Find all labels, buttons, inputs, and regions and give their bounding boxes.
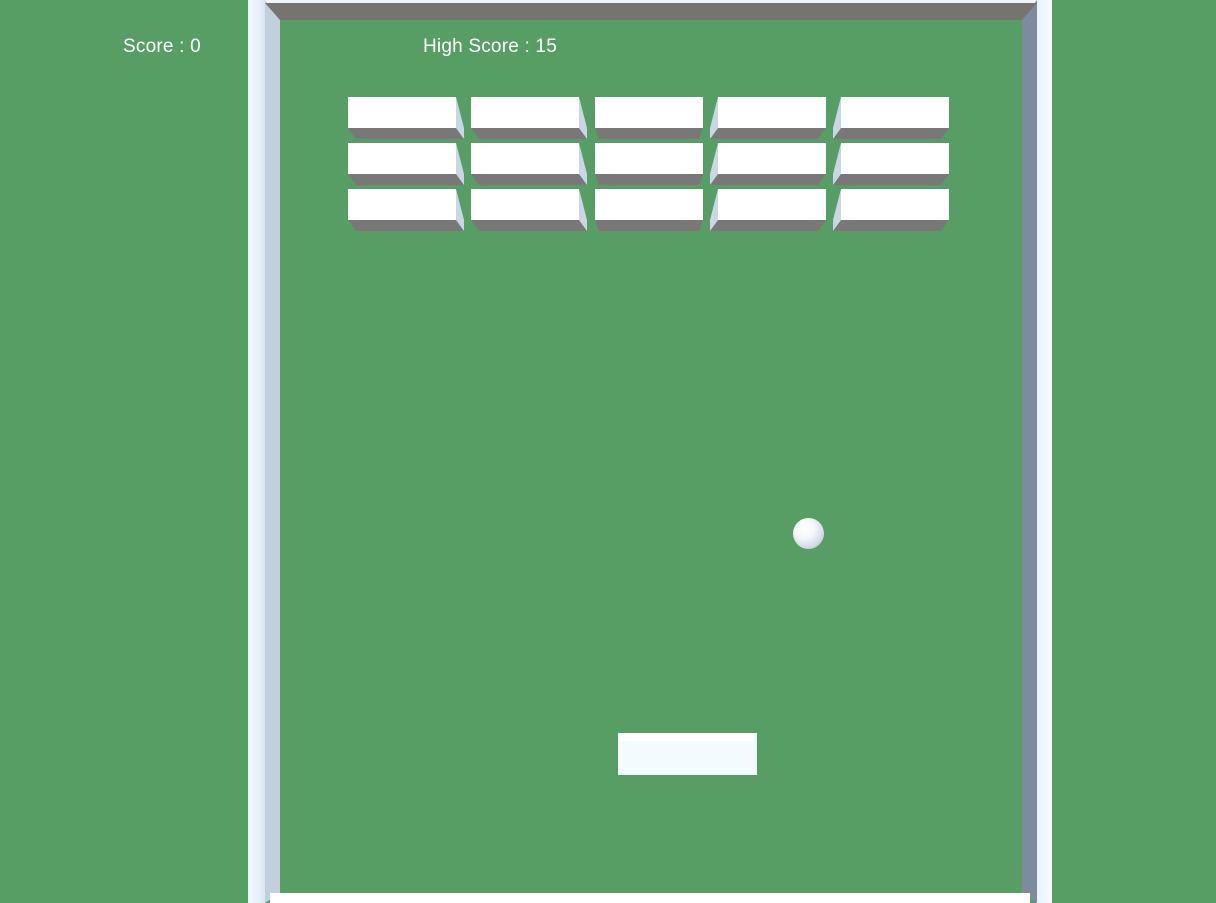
- brick-r3-c4: [710, 189, 826, 231]
- brick-r1-c2: [471, 97, 587, 139]
- top-wall-rim: [248, 0, 1052, 3]
- paddle[interactable]: [618, 733, 757, 775]
- brick-r1-c1: [348, 97, 464, 139]
- top-wall: [265, 3, 1037, 20]
- brick-r2-c1: [348, 143, 464, 185]
- right-wall: [1036, 0, 1052, 903]
- game-canvas[interactable]: Score : 0 High Score : 15: [0, 0, 1216, 903]
- brick-r3-c2: [471, 189, 587, 231]
- brick-r3-c3: [595, 189, 711, 231]
- brick-r3-c1: [348, 189, 464, 231]
- ball: [793, 518, 824, 549]
- paddle-top-edge: [620, 733, 753, 741]
- brick-r2-c5: [833, 143, 949, 185]
- brick-r1-c4: [710, 97, 826, 139]
- brick-r2-c4: [710, 143, 826, 185]
- left-wall: [248, 0, 265, 903]
- left-wall-bevel: [265, 0, 280, 903]
- floor-rim: [270, 893, 1030, 903]
- high-score-label: High Score : 15: [423, 36, 557, 57]
- brick-r3-c5: [833, 189, 949, 231]
- brick-r2-c2: [471, 143, 587, 185]
- score-label: Score : 0: [123, 36, 201, 57]
- brick-r1-c5: [833, 97, 949, 139]
- right-wall-bevel: [1022, 0, 1037, 903]
- brick-r1-c3: [595, 97, 711, 139]
- brick-r2-c3: [595, 143, 711, 185]
